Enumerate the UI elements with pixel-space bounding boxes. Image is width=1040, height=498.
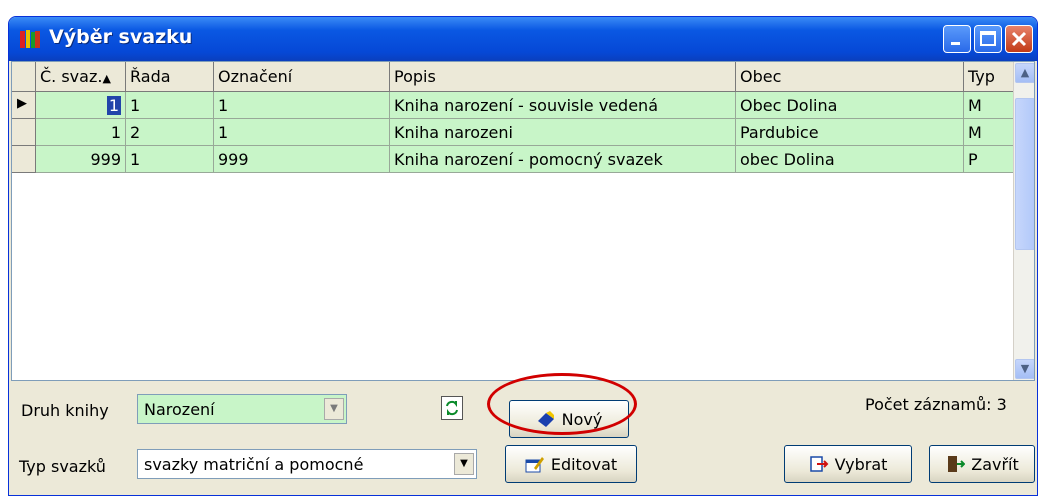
druh-knihy-value: Narození — [144, 400, 215, 419]
cell-value: 2 — [130, 123, 141, 142]
column-header-oznaceni[interactable]: Označení — [214, 62, 390, 92]
scroll-thumb[interactable] — [1015, 98, 1034, 250]
cell-value: 1 — [130, 150, 141, 169]
cell-obec[interactable]: obec Dolina — [736, 146, 964, 173]
cell-oznaceni[interactable]: 1 — [214, 119, 390, 146]
maximize-icon — [980, 31, 996, 46]
cell-obec[interactable]: Pardubice — [736, 119, 964, 146]
scroll-down-button[interactable]: ▼ — [1015, 359, 1034, 379]
column-header-rada[interactable]: Řada — [126, 62, 214, 92]
chevron-down-icon[interactable]: ▼ — [324, 398, 344, 420]
column-header-label: Řada — [130, 67, 171, 86]
cell-value: Kniha narozeni — [394, 123, 513, 142]
current-row-arrow-icon: ▶ — [17, 96, 27, 111]
cell-value: 1 — [130, 96, 141, 115]
title-bar[interactable]: Výběr svazku — [9, 17, 1037, 61]
cell-value: Pardubice — [740, 123, 819, 142]
header-corner — [12, 62, 36, 92]
typ-svazku-value: svazky matriční a pomocné — [144, 455, 364, 474]
cell-value: obec Dolina — [740, 150, 835, 169]
druh-knihy-select[interactable]: Narození ▼ — [137, 394, 347, 424]
editovat-button[interactable]: Editovat — [505, 445, 637, 483]
cell-popis[interactable]: Kniha narození - pomocný svazek — [390, 146, 736, 173]
cell-rada[interactable]: 2 — [126, 119, 214, 146]
cell-popis[interactable]: Kniha narození - souvisle vedená — [390, 92, 736, 119]
scroll-up-button[interactable]: ▲ — [1015, 63, 1034, 83]
zavrit-button[interactable]: Zavřít — [929, 445, 1035, 483]
cell-value: P — [968, 150, 978, 169]
vybrat-button[interactable]: Vybrat — [784, 445, 912, 483]
row-selector[interactable] — [12, 146, 36, 173]
cell-value: 999 — [218, 150, 249, 169]
sort-ascending-icon: ▲ — [102, 72, 111, 85]
column-header-label: Označení — [218, 67, 293, 86]
row-selector[interactable]: ▶ — [12, 92, 36, 119]
column-header-typ[interactable]: Typ — [964, 62, 1014, 92]
column-header-label: Obec — [740, 67, 782, 86]
cell-typ[interactable]: M — [964, 92, 1014, 119]
record-count: Počet záznamů: 3 — [865, 395, 1007, 414]
cell-cislo[interactable]: 1 — [36, 92, 126, 119]
close-button[interactable] — [1005, 25, 1033, 53]
refresh-button[interactable] — [441, 396, 463, 420]
cell-cislo[interactable]: 1 — [36, 119, 126, 146]
cell-cislo[interactable]: 999 — [36, 146, 126, 173]
row-selector[interactable] — [12, 119, 36, 146]
cell-oznaceni[interactable]: 999 — [214, 146, 390, 173]
edit-icon — [525, 457, 544, 473]
table-row[interactable]: ▶ 1 1 1 Kniha narození - souvisle vedená… — [12, 92, 1018, 119]
typ-svazku-label: Typ svazků — [19, 457, 106, 476]
books-icon — [20, 30, 40, 48]
typ-svazku-select[interactable]: svazky matriční a pomocné ▼ — [137, 449, 477, 479]
druh-knihy-label: Druh knihy — [21, 401, 109, 420]
highlight-annotation — [487, 373, 637, 435]
minimize-icon — [951, 42, 960, 45]
chevron-down-icon: ▼ — [1020, 362, 1030, 375]
cell-rada[interactable]: 1 — [126, 92, 214, 119]
table-row[interactable]: 999 1 999 Kniha narození - pomocný svaze… — [12, 146, 1018, 173]
column-header-popis[interactable]: Popis — [390, 62, 736, 92]
cell-oznaceni[interactable]: 1 — [214, 92, 390, 119]
cell-value: 1 — [106, 96, 121, 115]
chevron-down-icon[interactable]: ▼ — [454, 453, 474, 475]
minimize-button[interactable] — [943, 25, 971, 53]
cell-value: Kniha narození - pomocný svazek — [394, 150, 663, 169]
chevron-up-icon: ▲ — [1020, 66, 1030, 79]
cell-popis[interactable]: Kniha narozeni — [390, 119, 736, 146]
zavrit-label: Zavřít — [971, 454, 1019, 474]
editovat-label: Editovat — [550, 454, 618, 474]
maximize-button[interactable] — [974, 25, 1002, 53]
refresh-icon — [446, 400, 458, 416]
vertical-scrollbar[interactable]: ▲ ▼ — [1013, 62, 1034, 380]
window-title: Výběr svazku — [49, 26, 193, 48]
cell-value: Kniha narození - souvisle vedená — [394, 96, 658, 115]
cell-value: M — [968, 96, 982, 115]
cell-value: Obec Dolina — [740, 96, 838, 115]
exit-icon — [948, 456, 966, 472]
cell-value: 999 — [90, 150, 121, 169]
select-icon — [809, 456, 829, 472]
close-icon — [1011, 31, 1027, 47]
cell-value: 1 — [218, 96, 229, 115]
cell-value: 1 — [218, 123, 229, 142]
column-header-label: Typ — [968, 67, 995, 86]
column-header-label: Popis — [394, 67, 436, 86]
cell-value: 1 — [110, 123, 121, 142]
column-header-label: Č. svaz. — [40, 67, 103, 86]
cell-typ[interactable]: P — [964, 146, 1014, 173]
cell-value: M — [968, 123, 982, 142]
cell-typ[interactable]: M — [964, 119, 1014, 146]
column-header-obec[interactable]: Obec — [736, 62, 964, 92]
column-header-cislo[interactable]: Č. svaz.▲ — [36, 62, 126, 92]
vybrat-label: Vybrat — [834, 454, 888, 474]
cell-obec[interactable]: Obec Dolina — [736, 92, 964, 119]
table-row[interactable]: 1 2 1 Kniha narozeni Pardubice M — [12, 119, 1018, 146]
cell-rada[interactable]: 1 — [126, 146, 214, 173]
records-grid[interactable]: Č. svaz.▲ Řada Označení Popis Obec Typ ▶… — [11, 61, 1035, 381]
